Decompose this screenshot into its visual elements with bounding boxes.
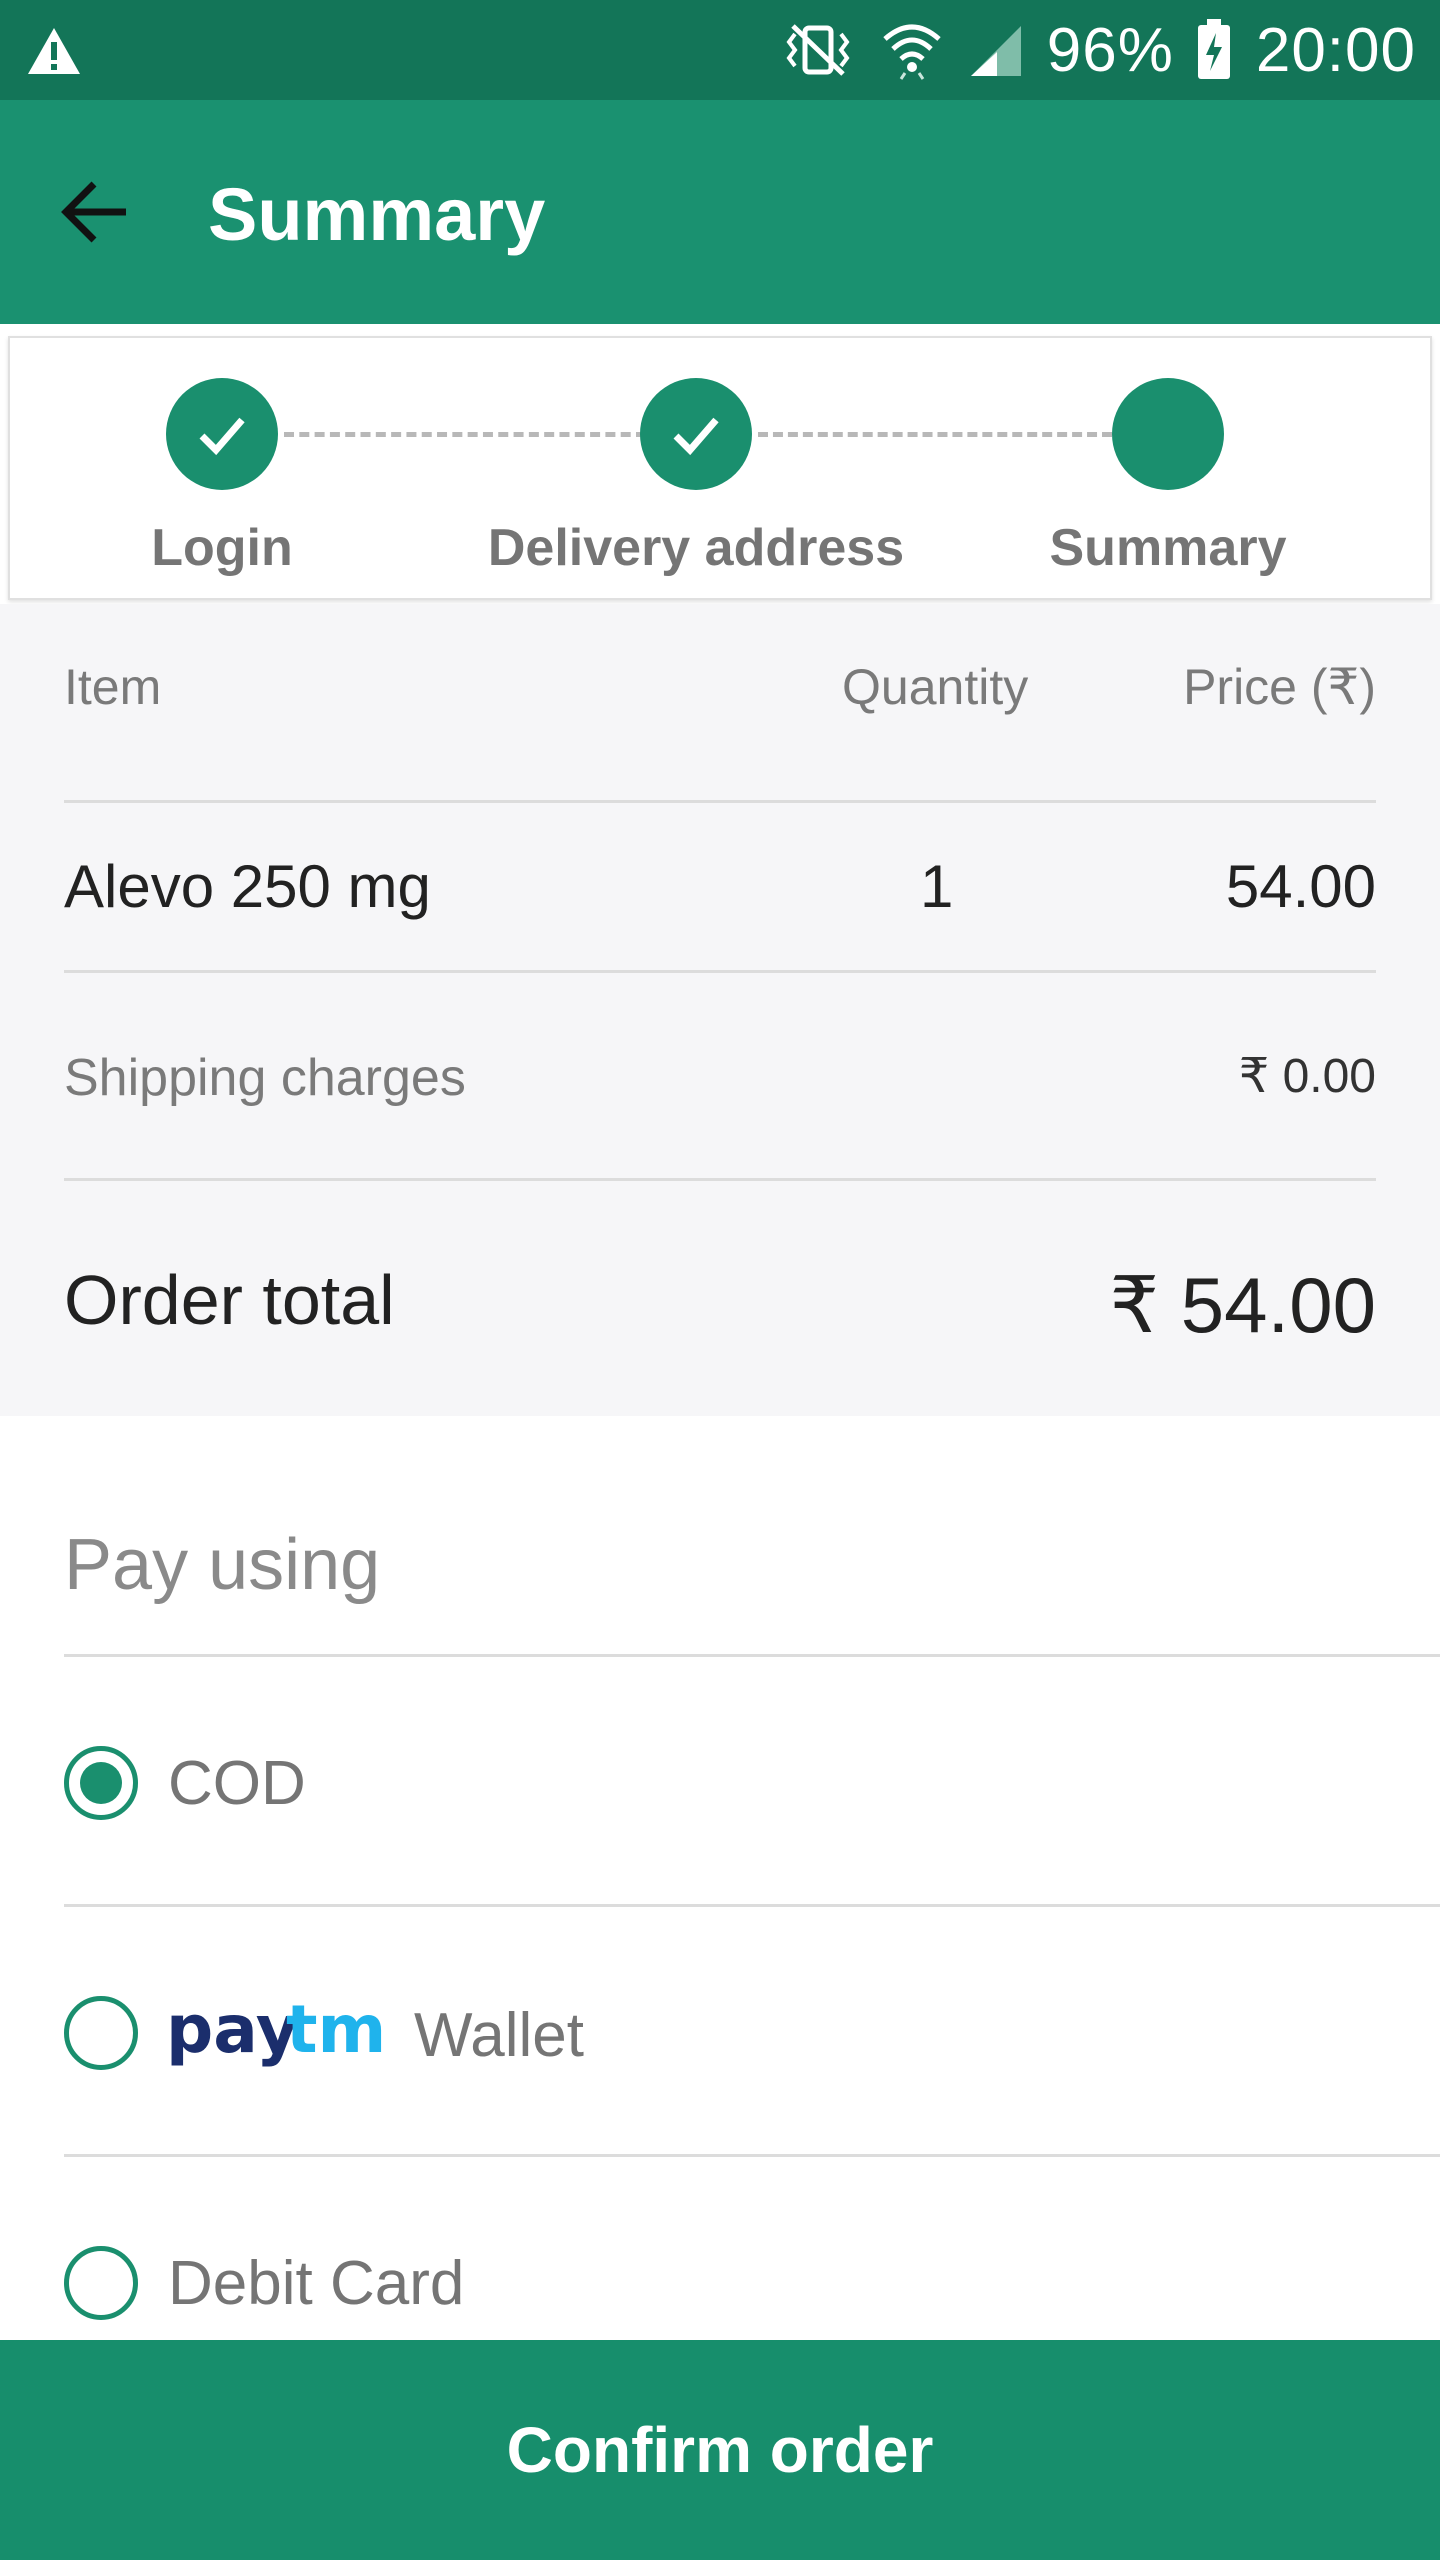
step-label-delivery: Delivery address [487, 519, 905, 577]
check-icon [673, 417, 719, 456]
divider [64, 1904, 1440, 1907]
page-title: Summary [208, 173, 546, 256]
shipping-label: Shipping charges [64, 1049, 466, 1107]
header-quantity: Quantity [842, 659, 1029, 715]
step-delivery-indicator [640, 378, 752, 490]
pay-using-title: Pay using [64, 1525, 381, 1605]
radio-cod[interactable] [64, 1746, 138, 1820]
radio-paytm-wallet[interactable] [64, 1996, 138, 2070]
total-value: ₹ 54.00 [1109, 1261, 1377, 1349]
check-icon [199, 417, 245, 456]
signal-icon [970, 26, 1021, 76]
checkout-stepper: Login Delivery address Summary [8, 336, 1432, 600]
battery-percent: 96% [1046, 15, 1174, 85]
paytm-logo-icon: pay tm [166, 1991, 386, 2068]
divider [64, 1654, 1440, 1657]
shipping-row: Shipping charges ₹ 0.00 [64, 1048, 1376, 1118]
divider [64, 1178, 1376, 1181]
shipping-value: ₹ 0.00 [1238, 1050, 1376, 1103]
option-label-wallet[interactable]: Wallet [414, 2000, 584, 2071]
table-row: Alevo 250 mg 1 54.00 [64, 852, 1376, 932]
step-label-summary: Summary [1049, 519, 1287, 577]
order-summary: Item Quantity Price (₹) Alevo 250 mg 1 5… [0, 604, 1440, 1416]
app-bar: Summary [0, 100, 1440, 324]
header-price: Price (₹) [1183, 659, 1376, 715]
step-connector [284, 432, 646, 437]
item-name: Alevo 250 mg [64, 853, 431, 920]
radio-debit-card[interactable] [64, 2246, 138, 2320]
step-summary-indicator [1112, 378, 1224, 490]
confirm-order-button[interactable]: Confirm order [0, 2340, 1440, 2560]
item-quantity: 1 [920, 853, 954, 920]
battery-charging-icon [1197, 19, 1230, 79]
step-connector [758, 432, 1112, 437]
step-label-login: Login [151, 519, 293, 577]
option-label-debit-card[interactable]: Debit Card [168, 2248, 464, 2319]
vibrate-mute-icon [786, 24, 850, 76]
svg-text:pay: pay [166, 1991, 299, 2068]
confirm-order-label: Confirm order [506, 2414, 934, 2486]
clock: 20:00 [1255, 15, 1416, 85]
item-price: 54.00 [1225, 853, 1376, 920]
svg-text:tm: tm [286, 1991, 386, 2068]
radio-selected-dot [80, 1762, 122, 1804]
step-login-indicator [166, 378, 278, 490]
divider [64, 970, 1376, 973]
option-label-cod[interactable]: COD [168, 1748, 306, 1819]
divider [64, 800, 1376, 803]
table-header: Item Quantity Price (₹) [64, 658, 1376, 728]
wifi-icon [883, 24, 941, 80]
header-item: Item [64, 659, 162, 715]
back-button[interactable] [48, 164, 144, 260]
arrow-left-icon [61, 181, 126, 243]
total-label: Order total [64, 1261, 395, 1339]
total-row: Order total ₹ 54.00 [64, 1260, 1376, 1360]
status-bar: 96% 20:00 [0, 0, 1440, 100]
divider [64, 2154, 1440, 2157]
warning-icon [28, 28, 80, 74]
